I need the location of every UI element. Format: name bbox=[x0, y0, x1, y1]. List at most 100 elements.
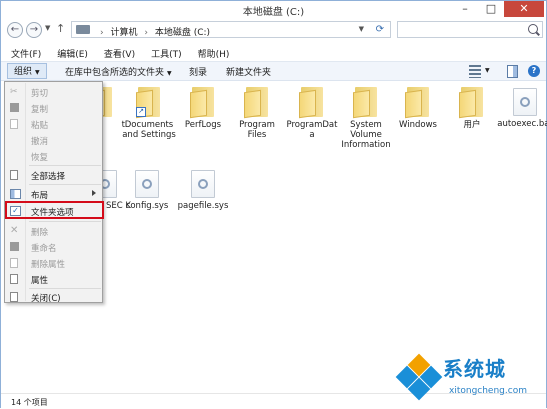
menu-item-delete[interactable]: ✕ 删除 bbox=[5, 223, 102, 239]
explorer-window: 本地磁盘 (C:) – □ ✕ ← → ▼ ↑ › 计算机 › 本地磁盘 (C:… bbox=[0, 0, 547, 408]
menu-tools[interactable]: 工具(T) bbox=[141, 44, 188, 61]
menu-item-copy[interactable]: 复制 bbox=[5, 100, 102, 116]
command-bar: 组织 ▼ 在库中包含所选的文件夹 ▼ 刻录 新建文件夹 ▼ ? bbox=[1, 61, 546, 81]
delete-icon: ✕ bbox=[10, 225, 19, 236]
include-in-library-button[interactable]: 在库中包含所选的文件夹 ▼ bbox=[65, 65, 172, 78]
folder-icon bbox=[244, 87, 270, 119]
menu-item-label: 重命名 bbox=[31, 244, 57, 254]
system-file-icon bbox=[191, 170, 215, 198]
menu-item-label: 粘贴 bbox=[31, 121, 49, 131]
breadcrumb-computer[interactable]: 计算机 bbox=[110, 28, 137, 38]
item-label: PerfLogs bbox=[184, 120, 222, 130]
layout-icon bbox=[10, 189, 21, 199]
help-icon[interactable]: ? bbox=[528, 65, 540, 77]
menu-item-label: 剪切 bbox=[31, 89, 49, 99]
search-icon bbox=[528, 24, 538, 34]
list-item-folder[interactable]: ProgramData bbox=[284, 87, 340, 140]
menu-item-label: 删除属性 bbox=[31, 260, 66, 270]
folder-icon bbox=[459, 87, 485, 119]
list-item-file[interactable]: config.sys bbox=[119, 169, 175, 211]
menu-item-paste[interactable]: 粘贴 bbox=[5, 116, 102, 132]
paste-icon bbox=[10, 119, 18, 129]
item-label: Program Files bbox=[239, 120, 275, 140]
list-item-folder[interactable]: Program Files bbox=[229, 87, 285, 140]
highlight-box bbox=[5, 201, 104, 219]
folder-icon bbox=[353, 87, 379, 119]
menu-item-label: 全部选择 bbox=[31, 172, 66, 182]
burn-button[interactable]: 刻录 bbox=[189, 65, 207, 78]
preview-pane-icon[interactable] bbox=[507, 65, 518, 78]
item-label: Documents and Settings bbox=[122, 120, 176, 140]
menu-item-label: 恢复 bbox=[31, 153, 49, 163]
gear-icon bbox=[198, 179, 208, 189]
menu-item-undo[interactable]: 撤消 bbox=[5, 132, 102, 148]
forward-button[interactable]: → bbox=[26, 22, 42, 38]
properties-icon bbox=[10, 274, 18, 284]
item-label: ProgramData bbox=[286, 120, 338, 140]
menu-item-close[interactable]: 关闭(C) bbox=[5, 289, 102, 305]
organize-menu: ✂ 剪切 复制 粘贴 撤消 恢复 全部选择 布局 ✓ 文件夹选项 ✕ 删除 重命… bbox=[4, 81, 104, 305]
folder-icon bbox=[405, 87, 431, 119]
list-item-folder[interactable]: PerfLogs bbox=[175, 87, 231, 130]
menu-item-remove-properties[interactable]: 删除属性 bbox=[5, 255, 102, 271]
organize-label: 组织 bbox=[14, 67, 33, 77]
view-options-chevron-icon[interactable]: ▼ bbox=[485, 67, 490, 80]
list-item-folder[interactable]: 用户 bbox=[444, 87, 500, 130]
up-button[interactable]: ↑ bbox=[56, 22, 65, 35]
close-button[interactable]: ✕ bbox=[504, 1, 544, 17]
close-doc-icon bbox=[10, 292, 18, 302]
address-dropdown-icon[interactable]: ▼ bbox=[359, 25, 364, 33]
new-folder-button[interactable]: 新建文件夹 bbox=[226, 65, 271, 78]
address-box[interactable]: › 计算机 › 本地磁盘 (C:) ▼ ⟳ bbox=[71, 21, 391, 38]
list-item-folder[interactable]: Windows bbox=[390, 87, 446, 130]
back-button[interactable]: ← bbox=[7, 22, 23, 38]
refresh-icon[interactable]: ⟳ bbox=[376, 24, 384, 35]
rename-icon bbox=[10, 242, 19, 251]
watermark-url: xitongcheng.com bbox=[449, 386, 527, 396]
item-label: autoexec.bat bbox=[497, 119, 547, 129]
menu-separator bbox=[29, 221, 101, 222]
menu-edit[interactable]: 编辑(E) bbox=[47, 44, 94, 61]
change-view-icon[interactable] bbox=[469, 65, 481, 78]
menu-separator bbox=[29, 184, 101, 185]
menu-item-label: 撤消 bbox=[31, 137, 49, 147]
list-item-file[interactable]: autoexec.bat bbox=[497, 87, 547, 129]
gear-icon bbox=[142, 179, 152, 189]
item-label: pagefile.sys bbox=[177, 201, 229, 211]
breadcrumb-separator: › bbox=[100, 28, 104, 38]
organize-button[interactable]: 组织 ▼ bbox=[7, 63, 47, 79]
menu-item-label: 属性 bbox=[31, 276, 49, 286]
menu-bar: 文件(F) 编辑(E) 查看(V) 工具(T) 帮助(H) bbox=[1, 44, 546, 61]
list-item-folder[interactable]: ↗ Documents and Settings bbox=[121, 87, 177, 140]
scissors-icon: ✂ bbox=[10, 87, 18, 97]
list-item-folder[interactable]: System Volume Information bbox=[338, 87, 394, 150]
watermark: 系统城 xitongcheng.com bbox=[393, 345, 547, 409]
remove-properties-icon bbox=[10, 258, 18, 268]
select-all-icon bbox=[10, 170, 18, 180]
breadcrumb-local-disk[interactable]: 本地磁盘 (C:) bbox=[155, 28, 210, 38]
gear-icon bbox=[520, 97, 530, 107]
copy-icon bbox=[10, 103, 19, 112]
watermark-logo-icon bbox=[395, 353, 443, 401]
menu-item-rename[interactable]: 重命名 bbox=[5, 239, 102, 255]
include-in-library-label: 在库中包含所选的文件夹 bbox=[65, 68, 165, 78]
search-input[interactable] bbox=[397, 21, 543, 38]
folder-icon bbox=[299, 87, 325, 119]
system-file-icon bbox=[513, 88, 537, 116]
menu-item-select-all[interactable]: 全部选择 bbox=[5, 167, 102, 183]
menu-item-cut[interactable]: ✂ 剪切 bbox=[5, 84, 102, 100]
menu-item-redo[interactable]: 恢复 bbox=[5, 148, 102, 164]
menu-item-properties[interactable]: 属性 bbox=[5, 271, 102, 287]
item-label: 用户 bbox=[463, 120, 481, 130]
submenu-arrow-icon bbox=[92, 190, 96, 196]
maximize-button[interactable]: □ bbox=[478, 1, 504, 17]
menu-item-layout[interactable]: 布局 bbox=[5, 186, 102, 202]
item-label: config.sys bbox=[125, 201, 169, 211]
menu-file[interactable]: 文件(F) bbox=[1, 44, 47, 61]
recent-locations-chevron-icon[interactable]: ▼ bbox=[45, 24, 50, 32]
menu-help[interactable]: 帮助(H) bbox=[188, 44, 236, 61]
menu-separator bbox=[29, 165, 101, 166]
list-item-file[interactable]: pagefile.sys bbox=[175, 169, 231, 211]
menu-view[interactable]: 查看(V) bbox=[94, 44, 141, 61]
minimize-button[interactable]: – bbox=[452, 1, 478, 17]
